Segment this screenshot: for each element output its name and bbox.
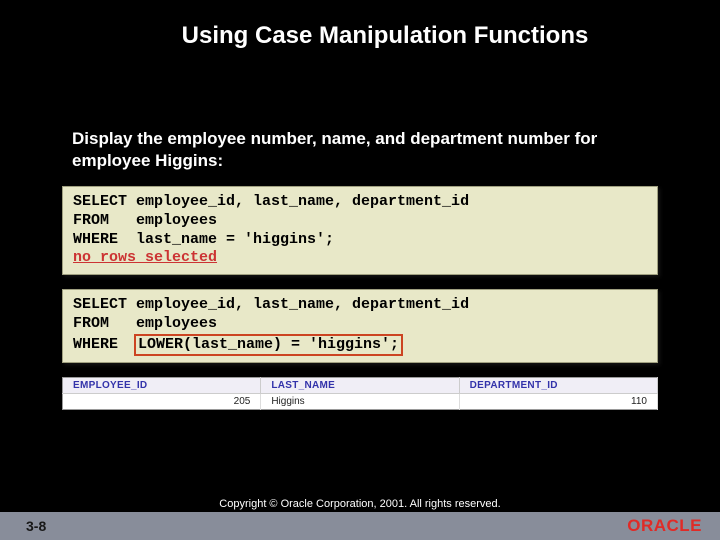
sql-block-2: SELECT employee_id, last_name, departmen… [62,289,658,363]
sql2-line1: SELECT employee_id, last_name, departmen… [73,296,647,315]
cell-emp-id: 205 [63,394,261,410]
copyright-text: Copyright © Oracle Corporation, 2001. Al… [0,498,720,512]
table-header-row: EMPLOYEE_ID LAST_NAME DEPARTMENT_ID [63,378,658,394]
slide-subtitle: Display the employee number, name, and d… [0,128,720,172]
cell-dept-id: 110 [459,394,657,410]
sql1-line1: SELECT employee_id, last_name, departmen… [73,193,647,212]
cell-last-name: Higgins [261,394,459,410]
table-row: 205 Higgins 110 [63,394,658,410]
sql1-line3: WHERE last_name = 'higgins'; [73,231,647,250]
oracle-logo: ORACLE [627,516,702,536]
result-table: EMPLOYEE_ID LAST_NAME DEPARTMENT_ID 205 … [62,377,658,410]
footer-bar: 3-8 ORACLE [0,512,720,540]
page-number: 3-8 [0,518,46,534]
col-last-name: LAST_NAME [261,378,459,394]
col-employee-id: EMPLOYEE_ID [63,378,261,394]
sql1-norows: no rows selected [73,249,647,268]
sql2-line3: WHERE LOWER(last_name) = 'higgins'; [73,334,647,357]
sql1-line2: FROM employees [73,212,647,231]
slide-title: Using Case Manipulation Functions [0,0,720,50]
lower-highlight: LOWER(last_name) = 'higgins'; [134,334,403,357]
sql-block-1: SELECT employee_id, last_name, departmen… [62,186,658,275]
col-department-id: DEPARTMENT_ID [459,378,657,394]
sql2-line2: FROM employees [73,315,647,334]
